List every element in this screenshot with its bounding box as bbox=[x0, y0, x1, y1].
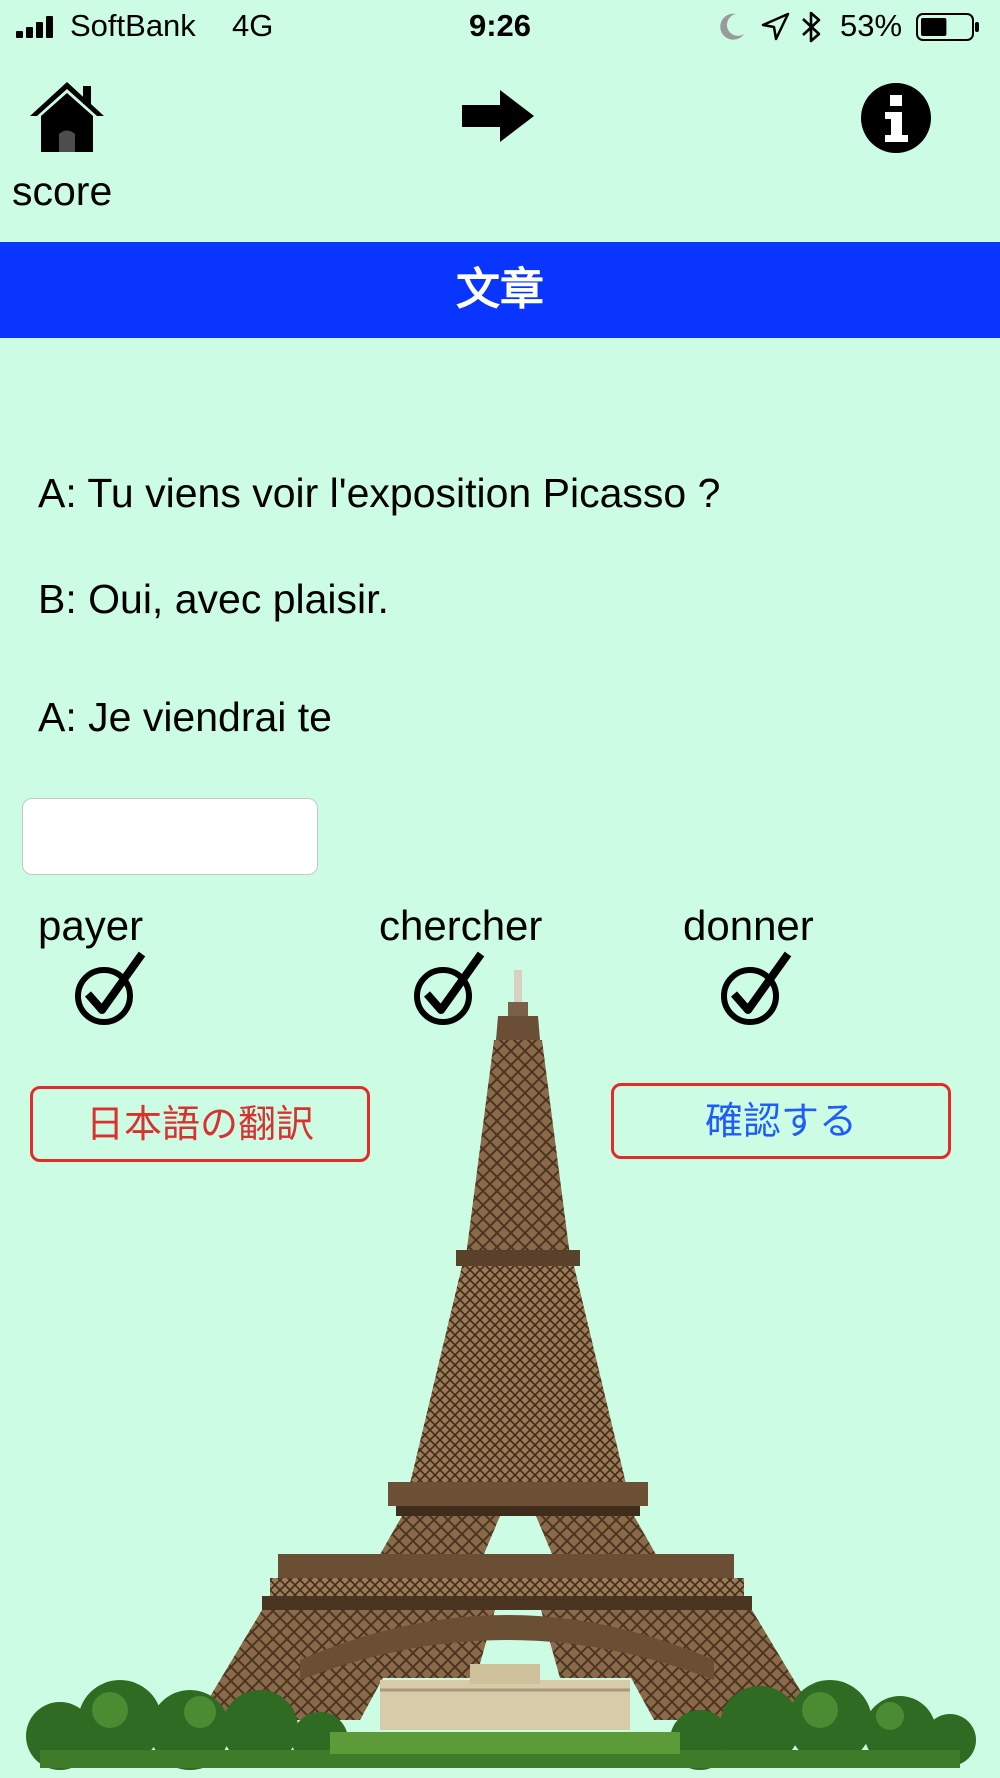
confirm-button[interactable]: 確認する bbox=[611, 1083, 951, 1159]
choice-chercher[interactable]: chercher bbox=[379, 902, 542, 950]
choice-payer[interactable]: payer bbox=[38, 902, 143, 950]
score-label[interactable]: score bbox=[12, 168, 112, 215]
dialogue-line-3: A: Je viendrai te bbox=[38, 694, 332, 740]
choice-donner[interactable]: donner bbox=[683, 902, 814, 950]
arrow-right-icon[interactable] bbox=[460, 88, 536, 144]
checkmark-icon[interactable] bbox=[413, 948, 485, 1028]
status-bar: SoftBank 4G 9:26 53% bbox=[0, 0, 1000, 56]
dialogue-line-1: A: Tu viens voir l'exposition Picasso ? bbox=[38, 470, 721, 516]
home-icon[interactable] bbox=[28, 80, 106, 154]
info-icon[interactable] bbox=[860, 82, 932, 154]
section-title-bar: 文章 bbox=[0, 242, 1000, 338]
moon-icon bbox=[720, 13, 744, 40]
checkmark-icon[interactable] bbox=[74, 948, 146, 1028]
bluetooth-icon bbox=[802, 11, 821, 43]
location-arrow-icon bbox=[761, 12, 790, 41]
answer-input[interactable] bbox=[22, 798, 318, 875]
checkmark-icon[interactable] bbox=[720, 948, 792, 1028]
translate-button[interactable]: 日本語の翻訳 bbox=[30, 1086, 370, 1162]
battery-percent: 53% bbox=[840, 8, 903, 43]
dialogue-line-2: B: Oui, avec plaisir. bbox=[38, 576, 389, 622]
battery-icon bbox=[916, 13, 979, 41]
